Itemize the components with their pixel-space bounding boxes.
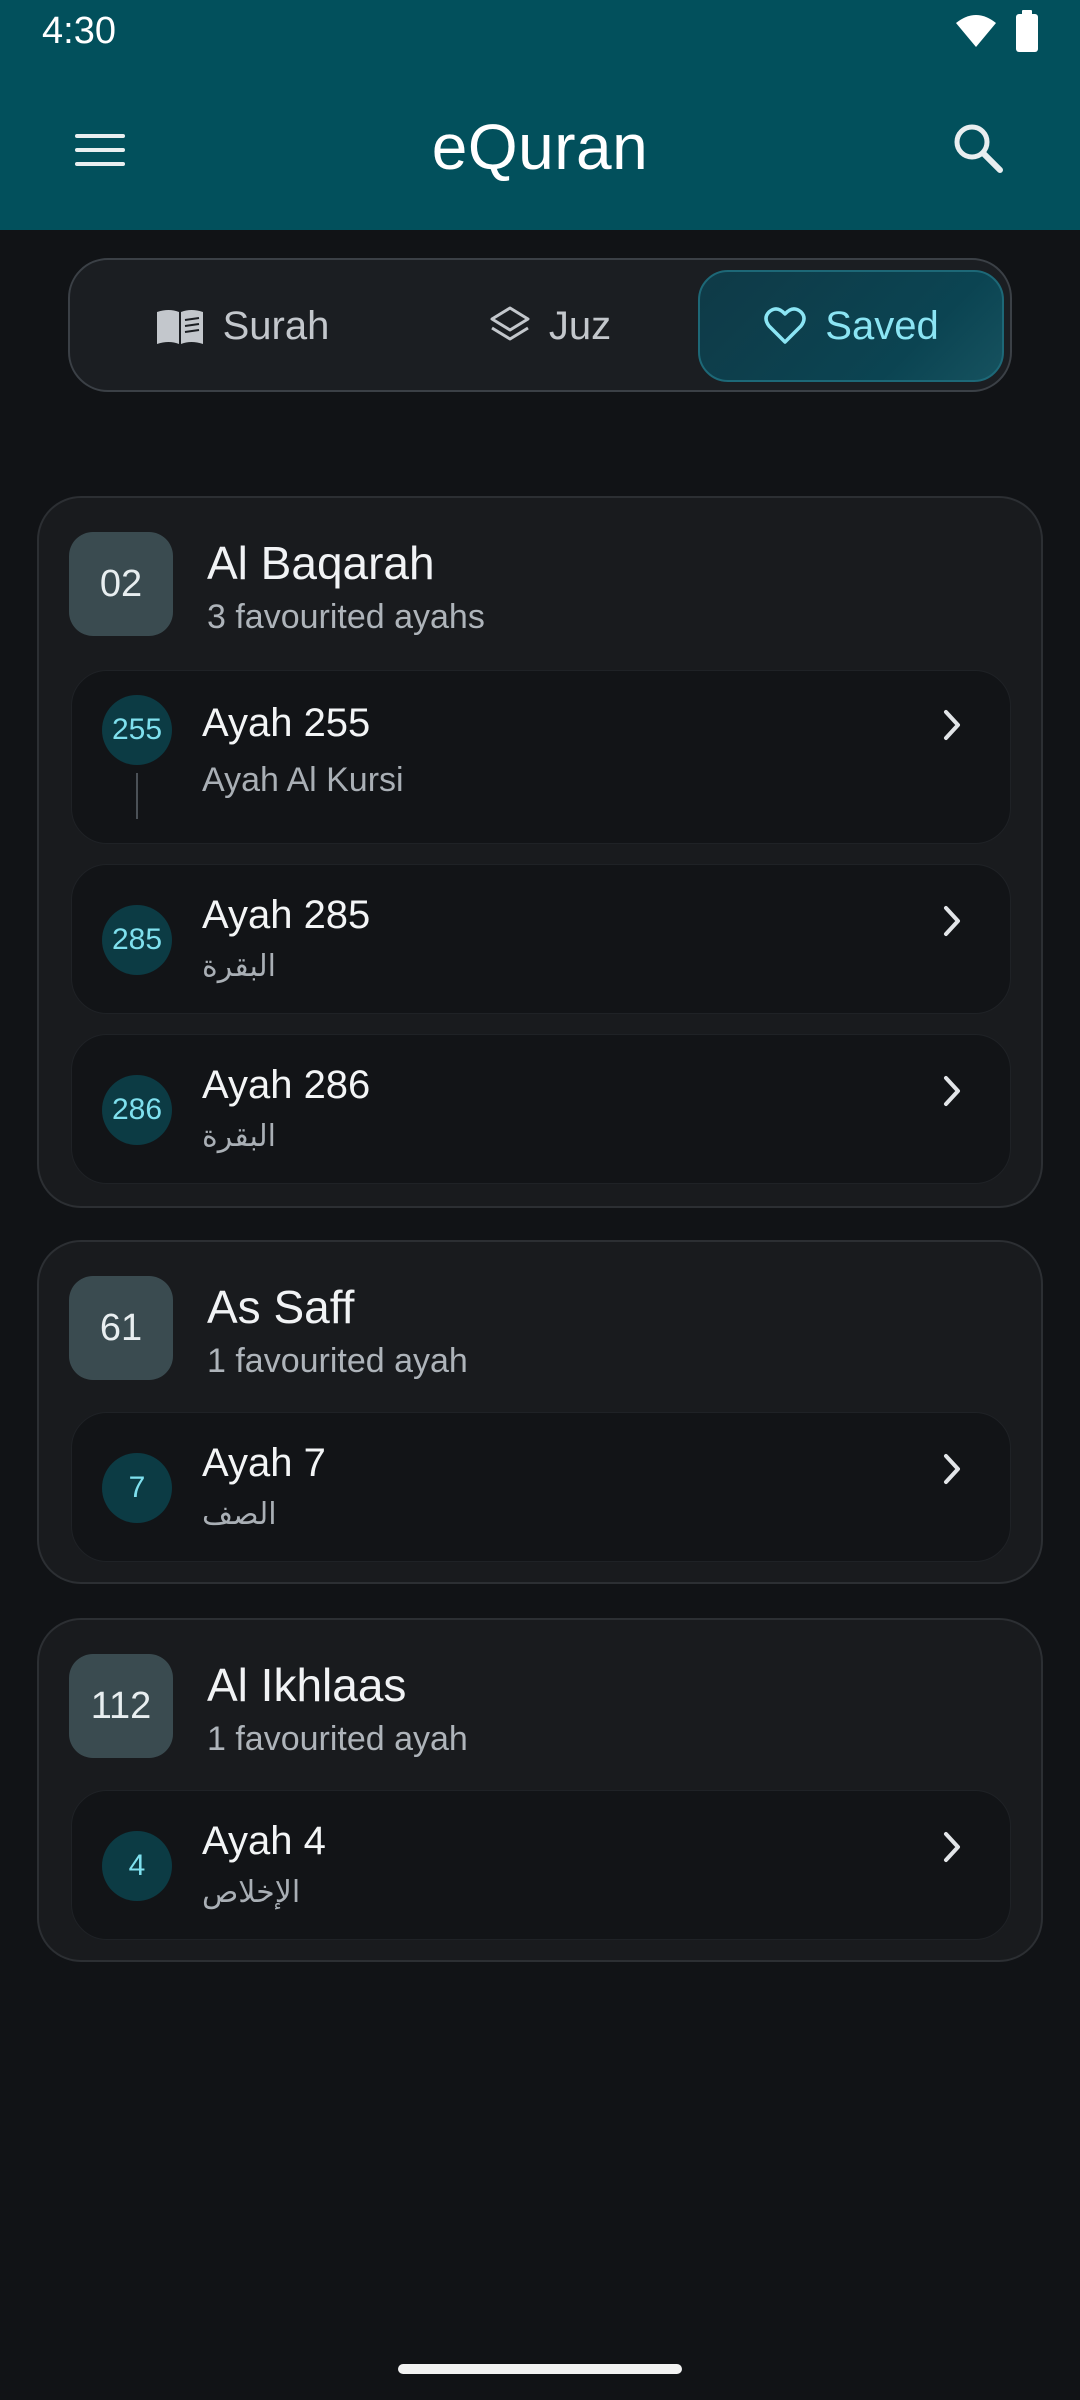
battery-icon	[1016, 10, 1038, 52]
ayah-subtitle: البقرة	[202, 949, 276, 984]
favourite-count: 3 favourited ayahs	[207, 598, 485, 636]
surah-number-badge: 112	[69, 1654, 173, 1758]
ayah-row[interactable]: 285 Ayah 285 البقرة	[71, 864, 1011, 1014]
surah-group-card: 61 As Saff 1 favourited ayah 7 Ayah 7 ال…	[37, 1240, 1043, 1584]
app-title: eQuran	[431, 111, 649, 183]
ayah-subtitle: الإخلاص	[202, 1875, 301, 1910]
ayah-row[interactable]: 286 Ayah 286 البقرة	[71, 1034, 1011, 1184]
surah-name: Al Ikhlaas	[207, 1659, 407, 1711]
ayah-subtitle: الصف	[202, 1497, 277, 1532]
ayah-connector-line	[136, 773, 138, 819]
ayah-subtitle: البقرة	[202, 1119, 276, 1154]
ayah-row[interactable]: 7 Ayah 7 الصف	[71, 1412, 1011, 1562]
search-icon	[954, 124, 1003, 173]
heart-icon	[764, 307, 807, 344]
wifi-icon	[956, 15, 996, 47]
tab-surah-label: Surah	[222, 303, 330, 348]
home-indicator[interactable]	[398, 2364, 682, 2374]
ayah-row[interactable]: 4 Ayah 4 الإخلاص	[71, 1790, 1011, 1940]
surah-number-badge: 61	[69, 1276, 173, 1380]
tab-saved[interactable]: Saved	[698, 270, 1004, 382]
surah-number-badge: 02	[69, 532, 173, 636]
ayah-subtitle: Ayah Al Kursi	[202, 761, 404, 799]
surah-group-card: 02 Al Baqarah 3 favourited ayahs 255 Aya…	[37, 496, 1043, 1208]
surah-group-card: 112 Al Ikhlaas 1 favourited ayah 4 Ayah …	[37, 1618, 1043, 1962]
tab-bar: Surah Juz Saved	[68, 258, 1012, 392]
ayah-title: Ayah 4	[202, 1819, 326, 1863]
status-icons	[954, 8, 1040, 54]
tab-juz-label: Juz	[548, 303, 612, 348]
tab-juz[interactable]: Juz	[400, 270, 700, 382]
ayah-number-badge: 285	[102, 905, 172, 975]
ayah-title: Ayah 7	[202, 1441, 326, 1485]
tab-surah[interactable]: Surah	[92, 270, 392, 382]
ayah-title: Ayah 255	[202, 701, 371, 745]
chevron-right-icon	[934, 1829, 970, 1865]
surah-name: As Saff	[207, 1281, 355, 1333]
layers-icon	[490, 306, 530, 341]
chevron-right-icon	[934, 903, 970, 939]
favourite-count: 1 favourited ayah	[207, 1342, 468, 1380]
tab-saved-label: Saved	[825, 303, 939, 348]
book-icon	[156, 310, 203, 344]
chevron-right-icon	[934, 1451, 970, 1487]
ayah-number-badge: 4	[102, 1831, 172, 1901]
ayah-title: Ayah 286	[202, 1063, 371, 1107]
chevron-right-icon	[934, 707, 970, 743]
ayah-title: Ayah 285	[202, 893, 371, 937]
ayah-number-badge: 7	[102, 1453, 172, 1523]
favourite-count: 1 favourited ayah	[207, 1720, 468, 1758]
ayah-number-badge: 286	[102, 1075, 172, 1145]
search-button[interactable]	[946, 116, 1010, 180]
chevron-right-icon	[934, 1073, 970, 1109]
status-time: 4:30	[42, 10, 116, 52]
ayah-number-badge: 255	[102, 695, 172, 765]
app-bar: 4:30 eQuran	[0, 0, 1080, 230]
ayah-row[interactable]: 255 Ayah 255 Ayah Al Kursi	[71, 670, 1011, 844]
surah-name: Al Baqarah	[207, 537, 435, 589]
